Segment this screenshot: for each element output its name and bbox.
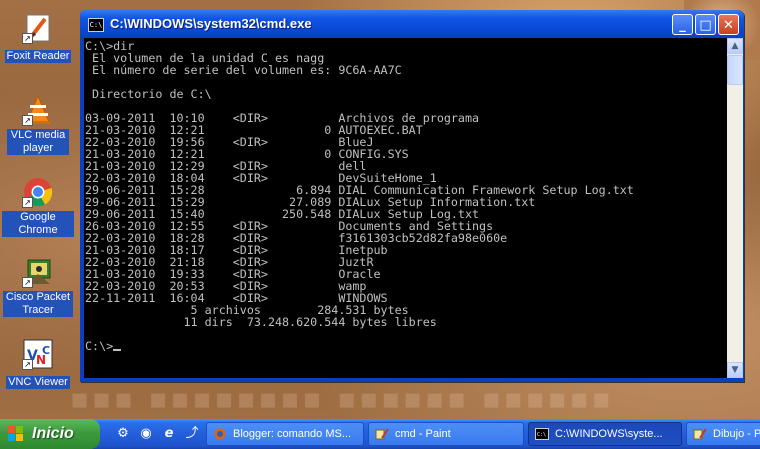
desktop-icon-label: Cisco Packet Tracer xyxy=(3,291,73,317)
desktop-icon-label: Foxit Reader xyxy=(4,50,72,63)
desktop-icon-vlc[interactable]: ↗ VLC media player xyxy=(2,94,74,155)
console-line: 11 dirs 73.248.620.544 bytes libres xyxy=(85,315,437,329)
vlc-icon: ↗ xyxy=(22,94,54,126)
window-titlebar[interactable]: C:\ C:\WINDOWS\system32\cmd.exe _ □ ✕ xyxy=(80,10,744,38)
quick-launch-more-icon[interactable]: ⤴ xyxy=(183,425,201,443)
desktop-icon-vnc-viewer[interactable]: VNC ↗ VNC Viewer xyxy=(2,338,74,389)
shortcut-arrow-icon: ↗ xyxy=(22,359,33,370)
desktop-icon-packet-tracer[interactable]: ↗ Cisco Packet Tracer xyxy=(2,256,74,317)
shortcut-arrow-icon: ↗ xyxy=(22,115,33,126)
scroll-down-button[interactable]: ▼ xyxy=(727,362,743,378)
taskbar-button-cmd-paint[interactable]: cmd - Paint xyxy=(368,422,524,446)
desktop-icon-foxit-reader[interactable]: ↗ Foxit Reader xyxy=(2,12,74,63)
chrome-icon: ↗ xyxy=(22,176,54,208)
scrollbar-thumb[interactable] xyxy=(727,55,743,85)
scroll-up-button[interactable]: ▲ xyxy=(727,38,743,54)
text-cursor xyxy=(113,349,122,351)
window-title: C:\WINDOWS\system32\cmd.exe xyxy=(110,16,312,31)
packet-tracer-icon: ↗ xyxy=(22,256,54,288)
start-button[interactable]: Inicio xyxy=(0,419,100,449)
foxit-reader-icon: ↗ xyxy=(22,12,54,44)
start-label: Inicio xyxy=(32,425,74,442)
task-label: Dibujo - P xyxy=(713,428,760,440)
taskbar-button-blogger[interactable]: Blogger: comando MS... xyxy=(206,422,364,446)
maximize-button[interactable]: □ xyxy=(695,14,716,35)
desktop-icon-chrome[interactable]: ↗ Google Chrome xyxy=(2,176,74,237)
svg-text:C:\: C:\ xyxy=(537,432,546,438)
task-label: Blogger: comando MS... xyxy=(233,428,352,440)
quick-launch-settings-icon[interactable]: ⚙ xyxy=(114,425,132,443)
vertical-scrollbar[interactable]: ▲ ▼ xyxy=(727,38,743,378)
cmd-window[interactable]: C:\ C:\WINDOWS\system32\cmd.exe _ □ ✕ C:… xyxy=(80,10,744,382)
shortcut-arrow-icon: ↗ xyxy=(22,277,33,288)
desktop-icon-label: Google Chrome xyxy=(2,211,74,237)
task-label: C:\WINDOWS\syste... xyxy=(555,428,663,440)
console-output[interactable]: C:\>dir El volumen de la unidad C es nag… xyxy=(84,38,727,378)
task-label: cmd - Paint xyxy=(395,428,451,440)
wallpaper-watermark: ▪▪▪ ▪▪▪▪▪▪▪▪ ▪▪▪▪▪▪ ▪▪▪▪▪▪ xyxy=(70,382,614,415)
paint-icon xyxy=(375,428,389,440)
svg-text:C: C xyxy=(42,344,50,357)
shortcut-arrow-icon: ↗ xyxy=(22,33,33,44)
desktop-icon-label: VNC Viewer xyxy=(6,376,70,389)
cmd-icon: C:\ xyxy=(535,428,549,440)
quick-launch-ie-icon[interactable]: e xyxy=(160,425,178,443)
shortcut-arrow-icon: ↗ xyxy=(22,197,33,208)
windows-logo-icon xyxy=(8,426,24,442)
console-line: El número de serie del volumen es: 9C6A-… xyxy=(85,63,402,77)
window-frame: C:\>dir El volumen de la unidad C es nag… xyxy=(80,38,744,382)
desktop-icon-label: VLC media player xyxy=(7,129,69,155)
minimize-button[interactable]: _ xyxy=(672,14,693,35)
taskbar-button-cmd-window[interactable]: C:\ C:\WINDOWS\syste... xyxy=(528,422,682,446)
firefox-icon xyxy=(214,428,226,440)
taskbar: Inicio ⚙ ◉ e ⤴ Blogger: comando MS... cm… xyxy=(0,419,760,449)
close-button[interactable]: ✕ xyxy=(718,14,739,35)
quick-launch-chrome-icon[interactable]: ◉ xyxy=(137,425,155,443)
console-line: Directorio de C:\ xyxy=(85,87,212,101)
paint-icon xyxy=(693,428,707,440)
vnc-icon: VNC ↗ xyxy=(22,338,54,370)
taskbar-button-dibujo-paint[interactable]: Dibujo - P xyxy=(686,422,760,446)
console-prompt: C:\> xyxy=(85,339,114,353)
cmd-icon: C:\ xyxy=(88,18,104,32)
